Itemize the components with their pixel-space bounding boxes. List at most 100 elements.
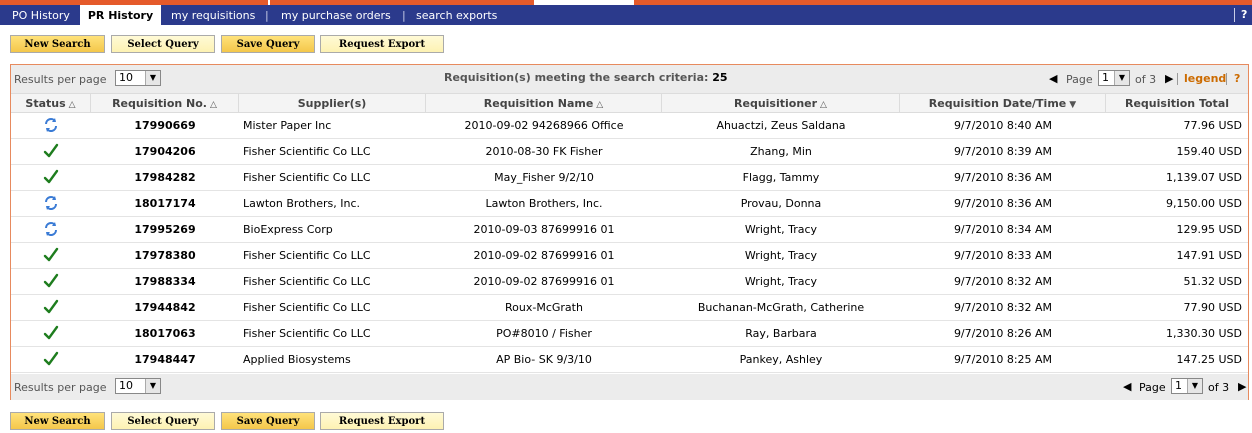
table-row[interactable]: 17904206 Fisher Scientific Co LLC 2010-08-… bbox=[11, 139, 1248, 165]
page-total-label: of 3 bbox=[1135, 73, 1157, 86]
requisition-name-cell: Lawton Brothers, Inc. bbox=[485, 197, 603, 210]
supplier-cell: Applied Biosystems bbox=[243, 353, 351, 366]
request-export-button[interactable]: Request Export bbox=[320, 412, 444, 430]
results-count: 25 bbox=[712, 71, 728, 84]
tab-pr-history[interactable]: PR History bbox=[80, 5, 161, 25]
column-header-requisition-name[interactable]: Requisition Name △ bbox=[426, 94, 662, 112]
table-row[interactable]: 17990669 Mister Paper Inc 2010-09-02 94268… bbox=[11, 113, 1248, 139]
prev-page-icon[interactable]: ◀ bbox=[1123, 380, 1131, 393]
requisition-number-cell[interactable]: 18017063 bbox=[91, 321, 239, 346]
supplier-cell: Fisher Scientific Co LLC bbox=[243, 275, 371, 288]
requisition-total-cell: 159.40 USD bbox=[1176, 145, 1243, 158]
new-search-button[interactable]: New Search bbox=[10, 412, 105, 430]
next-page-icon[interactable]: ▶ bbox=[1165, 72, 1173, 85]
page-value: 1 bbox=[1175, 379, 1182, 392]
save-query-button[interactable]: Save Query bbox=[221, 35, 315, 53]
tab-po-history[interactable]: PO History bbox=[12, 5, 70, 25]
legend-link[interactable]: legend bbox=[1184, 72, 1226, 85]
save-query-button[interactable]: Save Query bbox=[221, 412, 315, 430]
requisition-date-cell: 9/7/2010 8:40 AM bbox=[953, 119, 1053, 132]
requisition-name-cell: PO#8010 / Fisher bbox=[496, 327, 592, 340]
prev-page-icon[interactable]: ◀ bbox=[1049, 72, 1057, 85]
page-total-label: of 3 bbox=[1208, 381, 1230, 394]
column-header-total-label: Requisition Total bbox=[1124, 97, 1230, 110]
sort-asc-icon: △ bbox=[210, 100, 217, 110]
next-page-icon[interactable]: ▶ bbox=[1238, 380, 1246, 393]
table-row[interactable]: 17948447 Applied Biosystems AP Bio- SK 9/3… bbox=[11, 347, 1248, 373]
tab-my-purchase-orders[interactable]: my purchase orders bbox=[281, 5, 391, 25]
requisition-number-cell[interactable]: 17990669 bbox=[91, 113, 239, 138]
pending-icon bbox=[43, 195, 59, 211]
table-row[interactable]: 17978380 Fisher Scientific Co LLC 2010-09-… bbox=[11, 243, 1248, 269]
requisition-number-cell[interactable]: 17904206 bbox=[91, 139, 239, 164]
page-select[interactable]: 1 ▼ bbox=[1171, 378, 1203, 394]
column-header-status[interactable]: Status △ bbox=[11, 94, 91, 112]
column-header-requisitioner[interactable]: Requisitioner △ bbox=[662, 94, 900, 112]
table-row[interactable]: 17984282 Fisher Scientific Co LLC May_Fish… bbox=[11, 165, 1248, 191]
table-row[interactable]: 17995269 BioExpress Corp 2010-09-03 876999… bbox=[11, 217, 1248, 243]
results-per-page-select[interactable]: 10 ▼ bbox=[115, 70, 161, 86]
check-icon bbox=[43, 169, 59, 185]
requisition-date-cell: 9/7/2010 8:39 AM bbox=[953, 145, 1053, 158]
results-per-page-label: Results per page bbox=[14, 73, 107, 86]
nav-help-link[interactable]: ? bbox=[1234, 5, 1252, 25]
requisition-number-cell[interactable]: 17948447 bbox=[91, 347, 239, 372]
chevron-down-icon: ▼ bbox=[1114, 71, 1129, 85]
new-search-button[interactable]: New Search bbox=[10, 35, 105, 53]
requisition-name-cell: Roux-McGrath bbox=[505, 301, 583, 314]
requisition-number-cell[interactable]: 17988334 bbox=[91, 269, 239, 294]
select-query-button[interactable]: Select Query bbox=[111, 412, 215, 430]
chevron-down-icon: ▼ bbox=[145, 71, 160, 85]
requisition-total-cell: 77.90 USD bbox=[1183, 301, 1243, 314]
requisition-name-cell: AP Bio- SK 9/3/10 bbox=[496, 353, 592, 366]
tab-my-requisitions[interactable]: my requisitions bbox=[171, 5, 255, 25]
request-export-button[interactable]: Request Export bbox=[320, 35, 444, 53]
column-header-requisition-no[interactable]: Requisition No. △ bbox=[91, 94, 239, 112]
column-header-requisitioner-label: Requisitioner bbox=[734, 97, 818, 110]
requisition-date-cell: 9/7/2010 8:32 AM bbox=[953, 275, 1053, 288]
requisitioner-cell: Ray, Barbara bbox=[745, 327, 817, 340]
page-select[interactable]: 1 ▼ bbox=[1098, 70, 1130, 86]
check-icon bbox=[43, 143, 59, 159]
sort-asc-icon: △ bbox=[820, 100, 827, 110]
requisitioner-cell: Zhang, Min bbox=[750, 145, 812, 158]
requisition-number-cell[interactable]: 17995269 bbox=[91, 217, 239, 242]
requisition-date-cell: 9/7/2010 8:34 AM bbox=[953, 223, 1053, 236]
requisition-total-cell: 9,150.00 USD bbox=[1166, 197, 1242, 210]
requisitioner-cell: Buchanan-McGrath, Catherine bbox=[697, 301, 865, 314]
column-header-date[interactable]: Requisition Date/Time ▼ bbox=[900, 94, 1106, 112]
toolbar-divider bbox=[1177, 73, 1178, 85]
column-header-date-label: Requisition Date/Time bbox=[928, 97, 1067, 110]
requisitioner-cell: Flagg, Tammy bbox=[742, 171, 820, 184]
pending-icon bbox=[43, 221, 59, 237]
requisition-number-cell[interactable]: 18017174 bbox=[91, 191, 239, 216]
requisition-number-cell[interactable]: 17978380 bbox=[91, 243, 239, 268]
check-icon bbox=[43, 325, 59, 341]
requisition-number-cell[interactable]: 17984282 bbox=[91, 165, 239, 190]
results-help-link[interactable]: ? bbox=[1234, 72, 1240, 85]
select-query-button[interactable]: Select Query bbox=[111, 35, 215, 53]
history-nav-bar: PO History PR History my requisitions | … bbox=[0, 5, 1252, 25]
table-row[interactable]: 18017174 Lawton Brothers, Inc. Lawton Brot… bbox=[11, 191, 1248, 217]
sort-asc-icon: △ bbox=[596, 100, 604, 110]
requisition-number-cell[interactable]: 17944842 bbox=[91, 295, 239, 320]
requisitioner-cell: Wright, Tracy bbox=[744, 223, 818, 236]
supplier-cell: Fisher Scientific Co LLC bbox=[243, 145, 371, 158]
results-toolbar-top: Results per page 10 ▼ Requisition(s) mee… bbox=[11, 65, 1248, 93]
column-header-requisition-no-label: Requisition No. bbox=[112, 97, 207, 110]
page-value: 1 bbox=[1102, 71, 1109, 84]
results-per-page-select[interactable]: 10 ▼ bbox=[115, 378, 161, 394]
requisitioner-cell: Ahuactzi, Zeus Saldana bbox=[716, 119, 846, 132]
table-row[interactable]: 18017063 Fisher Scientific Co LLC PO#8010 … bbox=[11, 321, 1248, 347]
table-row[interactable]: 17988334 Fisher Scientific Co LLC 2010-09-… bbox=[11, 269, 1248, 295]
supplier-cell: Mister Paper Inc bbox=[243, 119, 332, 132]
requisition-date-cell: 9/7/2010 8:32 AM bbox=[953, 301, 1053, 314]
sort-desc-icon: ▼ bbox=[1069, 100, 1077, 110]
column-header-supplier[interactable]: Supplier(s) bbox=[239, 94, 426, 112]
column-header-requisition-name-label: Requisition Name bbox=[483, 97, 594, 110]
tab-search-exports[interactable]: search exports bbox=[416, 5, 497, 25]
column-header-total[interactable]: Requisition Total bbox=[1106, 94, 1248, 112]
table-header: Status △ Requisition No. △ Supplier(s) Req… bbox=[11, 93, 1248, 113]
table-row[interactable]: 17944842 Fisher Scientific Co LLC Roux-McG… bbox=[11, 295, 1248, 321]
chevron-down-icon: ▼ bbox=[145, 379, 160, 393]
